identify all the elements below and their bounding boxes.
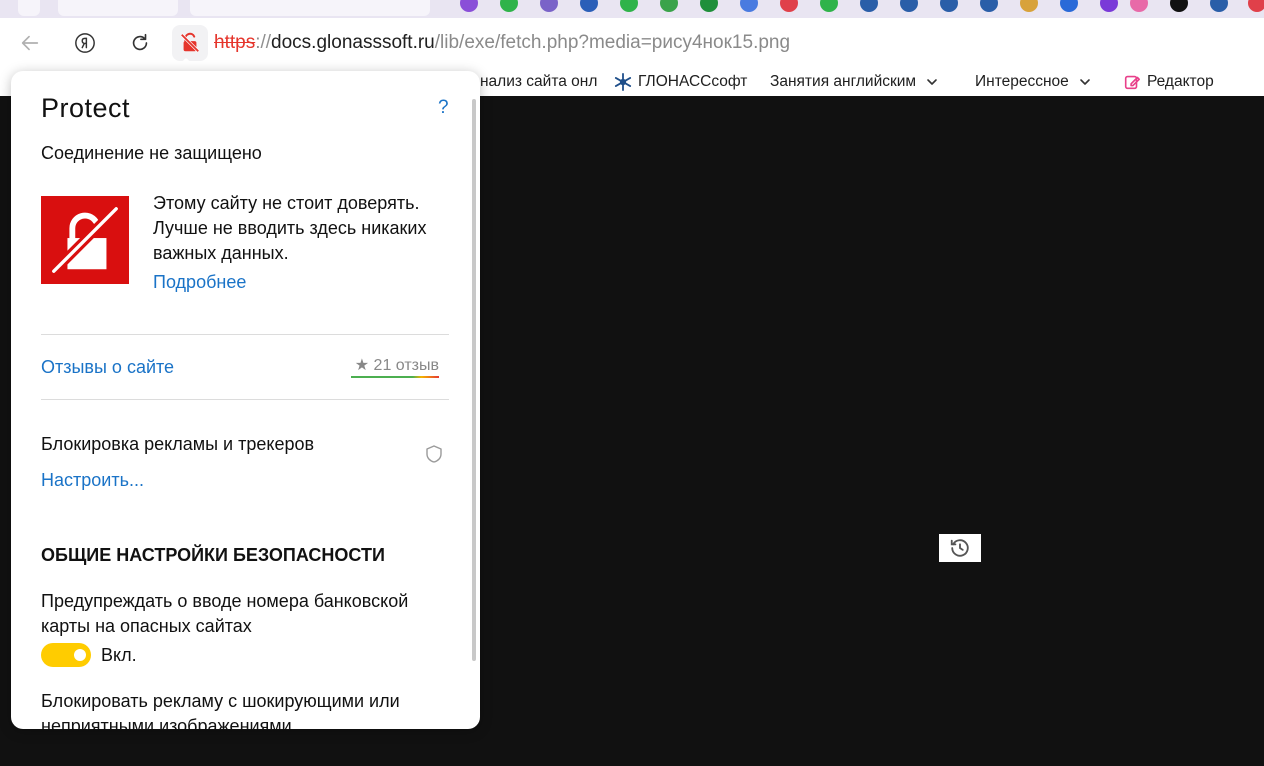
connection-status: Соединение не защищено xyxy=(41,143,262,163)
tab-favicon[interactable] xyxy=(700,0,718,12)
tab-favicon[interactable] xyxy=(1020,0,1038,12)
bookmark-label: Занятия английским xyxy=(770,73,917,90)
bookmark-site-analysis[interactable]: нализ сайта онл xyxy=(480,72,597,92)
arrow-left-icon xyxy=(21,35,39,51)
tab-favicon[interactable] xyxy=(500,0,518,12)
tab-favicon[interactable] xyxy=(860,0,878,12)
shock-ads-label: Блокировать рекламу с шокирующими или не… xyxy=(41,691,400,729)
tab-favicon[interactable] xyxy=(780,0,798,12)
url-path: /lib/exe/fetch.php?media=рису4нок15.png xyxy=(434,32,791,53)
tab[interactable] xyxy=(190,0,430,16)
tab-favicon[interactable] xyxy=(1060,0,1078,12)
shield-icon[interactable] xyxy=(424,444,444,464)
tab-favicon[interactable] xyxy=(1248,0,1264,12)
tab-favicon[interactable] xyxy=(1100,0,1118,12)
reviews-count[interactable]: ★ 21 отзыв xyxy=(351,355,439,378)
bookmark-folder-interesting[interactable]: Интерессное xyxy=(975,72,1091,92)
site-reviews-link[interactable]: Отзывы о сайте xyxy=(41,357,174,378)
bookmark-label: Редактор xyxy=(1147,73,1214,90)
tab-strip xyxy=(0,0,1264,18)
bank-card-warning-label: Предупреждать о вводе номера банковской … xyxy=(41,591,409,636)
bookmark-label: нализ сайта онл xyxy=(480,73,598,90)
reload-icon xyxy=(132,33,148,51)
toggle-knob xyxy=(74,649,86,661)
tracker-block-label: Блокировка рекламы и трекеров xyxy=(41,434,315,454)
tab-favicon[interactable] xyxy=(820,0,838,12)
section-title: ОБЩИЕ НАСТРОЙКИ БЕЗОПАСНОСТИ xyxy=(41,545,385,565)
tab-favicon[interactable] xyxy=(660,0,678,12)
tab-active[interactable] xyxy=(58,0,178,16)
divider xyxy=(41,399,449,400)
url-text[interactable]: https://docs.glonasssoft.ru/lib/exe/fetc… xyxy=(214,32,790,54)
popup-scrollbar[interactable] xyxy=(472,99,476,661)
rating-bar xyxy=(351,376,439,378)
bookmark-label: Интерессное xyxy=(975,73,1069,90)
tab-favicon[interactable] xyxy=(900,0,918,12)
loading-clock-icon xyxy=(950,539,969,557)
tab-favicon[interactable] xyxy=(620,0,638,12)
bookmark-label: ГЛОНАССсофт xyxy=(638,73,748,90)
tab-favicon[interactable] xyxy=(740,0,758,12)
yandex-button[interactable] xyxy=(69,27,101,59)
bookmark-glonasssoft[interactable]: ГЛОНАССсофт xyxy=(614,72,747,92)
back-button[interactable] xyxy=(14,27,46,59)
yandex-logo-icon xyxy=(75,33,95,53)
tab-favicon[interactable] xyxy=(540,0,558,12)
site-security-button[interactable] xyxy=(172,25,208,61)
protect-title: Protect xyxy=(41,93,131,123)
tab[interactable] xyxy=(18,0,40,16)
reload-button[interactable] xyxy=(124,27,156,59)
toggle-state-label: Вкл. xyxy=(101,645,137,665)
tab-favicon[interactable] xyxy=(980,0,998,12)
chevron-down-icon xyxy=(927,79,937,85)
unlocked-warning-icon xyxy=(180,32,200,53)
tab-favicon[interactable] xyxy=(1130,0,1148,12)
broken-lock-icon xyxy=(48,203,122,277)
bank-card-warning-toggle[interactable] xyxy=(41,643,91,667)
tab-favicon[interactable] xyxy=(1210,0,1228,12)
help-link[interactable]: ? xyxy=(438,97,449,119)
configure-link[interactable]: Настроить... xyxy=(41,470,144,491)
url-separator: :// xyxy=(255,32,272,53)
tab-favicon[interactable] xyxy=(460,0,478,12)
address-bar[interactable]: https://docs.glonasssoft.ru/lib/exe/fetc… xyxy=(172,24,1252,62)
edit-note-icon xyxy=(1123,73,1141,91)
url-host: docs.glonasssoft.ru xyxy=(271,32,435,53)
tab-favicon[interactable] xyxy=(580,0,598,12)
url-scheme: https xyxy=(214,32,256,53)
chevron-down-icon xyxy=(1079,79,1090,85)
snowflake-icon xyxy=(614,73,632,91)
tab-favicon[interactable] xyxy=(1170,0,1188,12)
broken-image[interactable] xyxy=(939,534,981,562)
protect-popup: Protect ? Соединение не защищено Этому с… xyxy=(11,71,480,729)
divider xyxy=(41,334,449,335)
insecure-lock-badge xyxy=(41,196,129,284)
bookmark-editor[interactable]: Редактор xyxy=(1123,72,1214,92)
more-info-link[interactable]: Подробнее xyxy=(153,272,246,293)
warning-text: Этому сайту не стоит доверять. Лучше не … xyxy=(153,193,427,263)
bookmark-folder-english[interactable]: Занятия английским xyxy=(770,72,938,92)
tab-favicon[interactable] xyxy=(940,0,958,12)
